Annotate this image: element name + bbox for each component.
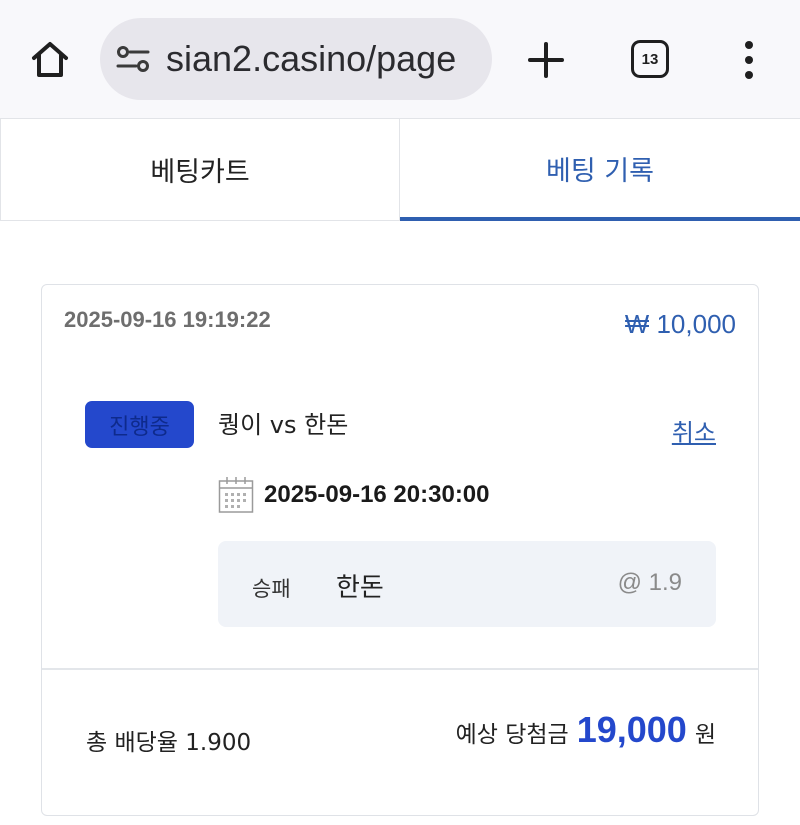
address-bar[interactable]: sian2.casino/page xyxy=(100,18,492,100)
bet-record-card: 2025-09-16 19:19:22 ₩ 10,000 진행중 퀑이 vs 한… xyxy=(41,284,759,816)
site-settings-icon[interactable] xyxy=(116,44,150,74)
tab-betting-cart[interactable]: 베팅카트 xyxy=(0,119,400,221)
expected-winnings-value: 19,000 xyxy=(576,709,687,750)
tab-betting-history[interactable]: 베팅 기록 xyxy=(400,119,800,221)
new-tab-icon[interactable] xyxy=(524,38,568,82)
calendar-icon xyxy=(218,477,254,513)
pick-selection: 한돈 xyxy=(336,573,384,603)
cancel-link[interactable]: 취소 xyxy=(672,413,716,448)
bet-tabs: 베팅카트 베팅 기록 xyxy=(0,118,800,221)
status-badge: 진행중 xyxy=(85,401,194,448)
expected-winnings-unit: 원 xyxy=(694,722,716,748)
url-text[interactable]: sian2.casino/page xyxy=(166,18,482,100)
total-odds: 총 배당율 1.900 xyxy=(86,730,252,756)
expected-winnings: 예상 당첨금 19,000 원 xyxy=(456,709,716,751)
bet-amount: ₩ 10,000 xyxy=(624,309,736,339)
tab-switcher-button[interactable]: 13 xyxy=(631,40,669,78)
pick-odds: @ 1.9 xyxy=(617,569,682,596)
home-icon[interactable] xyxy=(26,36,74,84)
bet-pick: 승패 한돈 @ 1.9 xyxy=(218,541,716,627)
divider xyxy=(42,668,758,670)
bet-placed-time: 2025-09-16 19:19:22 xyxy=(64,307,271,332)
browser-toolbar: sian2.casino/page 13 xyxy=(0,0,800,118)
more-menu-icon[interactable] xyxy=(740,40,758,80)
tab-count: 13 xyxy=(641,50,659,68)
pick-market-type: 승패 xyxy=(252,577,291,601)
match-start-time: 2025-09-16 20:30:00 xyxy=(264,481,490,508)
match-name: 퀑이 vs 한돈 xyxy=(218,411,349,439)
expected-winnings-label: 예상 당첨금 xyxy=(455,722,569,748)
